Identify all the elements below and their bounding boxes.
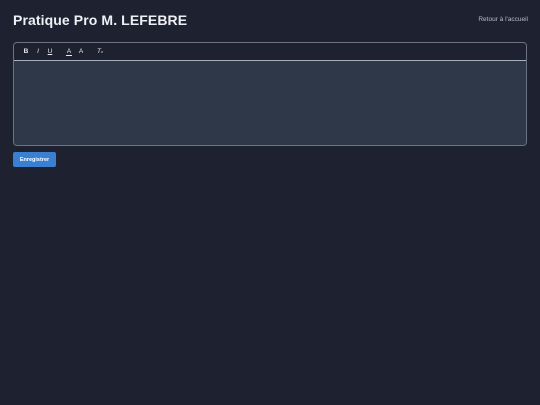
- underline-button[interactable]: U: [44, 46, 56, 58]
- clear-format-button[interactable]: Tx: [94, 46, 106, 58]
- rich-text-editor: B I U A A Tx: [13, 42, 527, 146]
- background-color-button[interactable]: A: [75, 46, 87, 58]
- page-title: Pratique Pro M. LEFEBRE: [13, 12, 188, 28]
- editor-toolbar: B I U A A Tx: [14, 43, 526, 61]
- editor-content-area[interactable]: [14, 61, 526, 145]
- text-color-button[interactable]: A: [63, 46, 75, 58]
- italic-button[interactable]: I: [32, 46, 44, 58]
- clear-format-subscript: x: [100, 49, 103, 54]
- page-header: Pratique Pro M. LEFEBRE Retour à l'accue…: [13, 12, 528, 32]
- home-link[interactable]: Retour à l'accueil: [478, 16, 528, 23]
- bold-button[interactable]: B: [20, 46, 32, 58]
- color-underline: [66, 54, 72, 56]
- save-button[interactable]: Enregistrer: [13, 152, 56, 167]
- background-color-icon: A: [78, 48, 84, 55]
